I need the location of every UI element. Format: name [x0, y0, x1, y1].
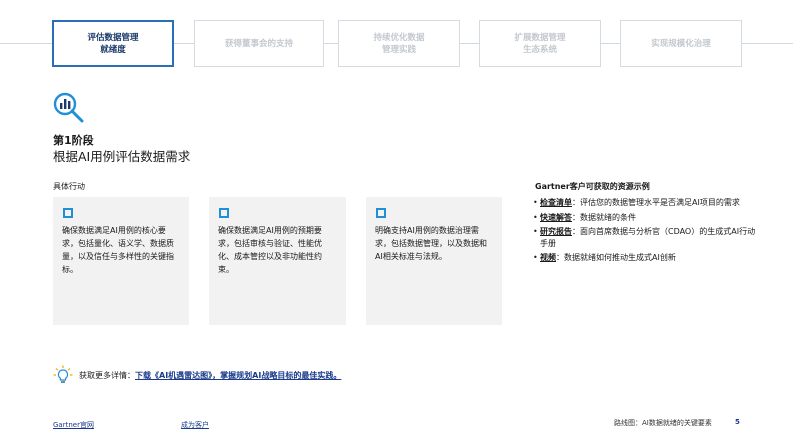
- action-card: 确保数据满足AI用例的预期要求，包括审核与验证、性能优化、成本管控以及非功能性约…: [209, 197, 346, 325]
- resource-text: ：面向首席数据与分析官（CDAO）的生成式AI行动手册: [540, 227, 756, 248]
- download-link[interactable]: 下载《AI机遇雷达图》，掌握规划AI战略目标的最佳实践。: [135, 371, 341, 380]
- step-board-support[interactable]: 获得董事会的支持: [194, 20, 324, 67]
- action-card-text: 确保数据满足AI用例的核心要求，包括量化、语义学、数据质量，以及信任与多样性的关…: [62, 226, 174, 274]
- actions-title: 具体行动: [53, 182, 85, 191]
- footer-title: 路线图：AI数据就绪的关键要素: [614, 419, 712, 427]
- action-card-text: 确保数据满足AI用例的预期要求，包括审核与验证、性能优化、成本管控以及非功能性约…: [218, 226, 322, 274]
- step-assess-readiness[interactable]: 评估数据管理 就绪度: [52, 20, 174, 67]
- become-client-link[interactable]: 成为客户: [181, 420, 209, 430]
- checkbox-icon[interactable]: [219, 208, 229, 218]
- resources-list: 检查清单：评估您的数据管理水平是否满足AI项目的需求 快速解答：数据就绪的条件 …: [533, 197, 758, 267]
- stage-description: 根据AI用例评估数据需求: [53, 149, 191, 164]
- step-scale-governance[interactable]: 实现规模化治理: [620, 20, 742, 67]
- magnifier-chart-icon: [53, 92, 84, 123]
- gartner-official-link[interactable]: Gartner官网: [53, 420, 94, 430]
- resources-title: Gartner客户可获取的资源示例: [535, 182, 650, 191]
- resource-key[interactable]: 视频: [540, 253, 556, 262]
- resource-key[interactable]: 快速解答: [540, 213, 572, 222]
- resource-item[interactable]: 快速解答：数据就绪的条件: [533, 212, 758, 224]
- resource-text: ：数据就绪如何推动生成式AI创新: [556, 253, 676, 262]
- step-optimize-practice[interactable]: 持续优化数据 管理实践: [338, 20, 460, 67]
- more-prefix: 获取更多详情：: [79, 371, 135, 380]
- resource-item[interactable]: 研究报告：面向首席数据与分析官（CDAO）的生成式AI行动手册: [533, 226, 758, 249]
- step-extend-ecosystem[interactable]: 扩展数据管理 生态系统: [479, 20, 601, 67]
- resource-key[interactable]: 检查清单: [540, 198, 572, 207]
- page-number: 5: [735, 418, 740, 426]
- checkbox-icon[interactable]: [63, 208, 73, 218]
- more-info: 获取更多详情：下载《AI机遇雷达图》，掌握规划AI战略目标的最佳实践。: [79, 370, 341, 381]
- action-card-text: 明确支持AI用例的数据治理需求，包括数据管理，以及数据和AI相关标准与法规。: [375, 226, 487, 261]
- resource-item[interactable]: 视频：数据就绪如何推动生成式AI创新: [533, 252, 758, 264]
- lightbulb-icon: [53, 365, 73, 383]
- action-card: 明确支持AI用例的数据治理需求，包括数据管理，以及数据和AI相关标准与法规。: [366, 197, 502, 325]
- resource-text: ：评估您的数据管理水平是否满足AI项目的需求: [572, 198, 740, 207]
- action-card: 确保数据满足AI用例的核心要求，包括量化、语义学、数据质量，以及信任与多样性的关…: [53, 197, 189, 325]
- resource-text: ：数据就绪的条件: [572, 212, 636, 222]
- resource-item[interactable]: 检查清单：评估您的数据管理水平是否满足AI项目的需求: [533, 197, 758, 209]
- checkbox-icon[interactable]: [376, 208, 386, 218]
- resource-key[interactable]: 研究报告: [540, 227, 572, 236]
